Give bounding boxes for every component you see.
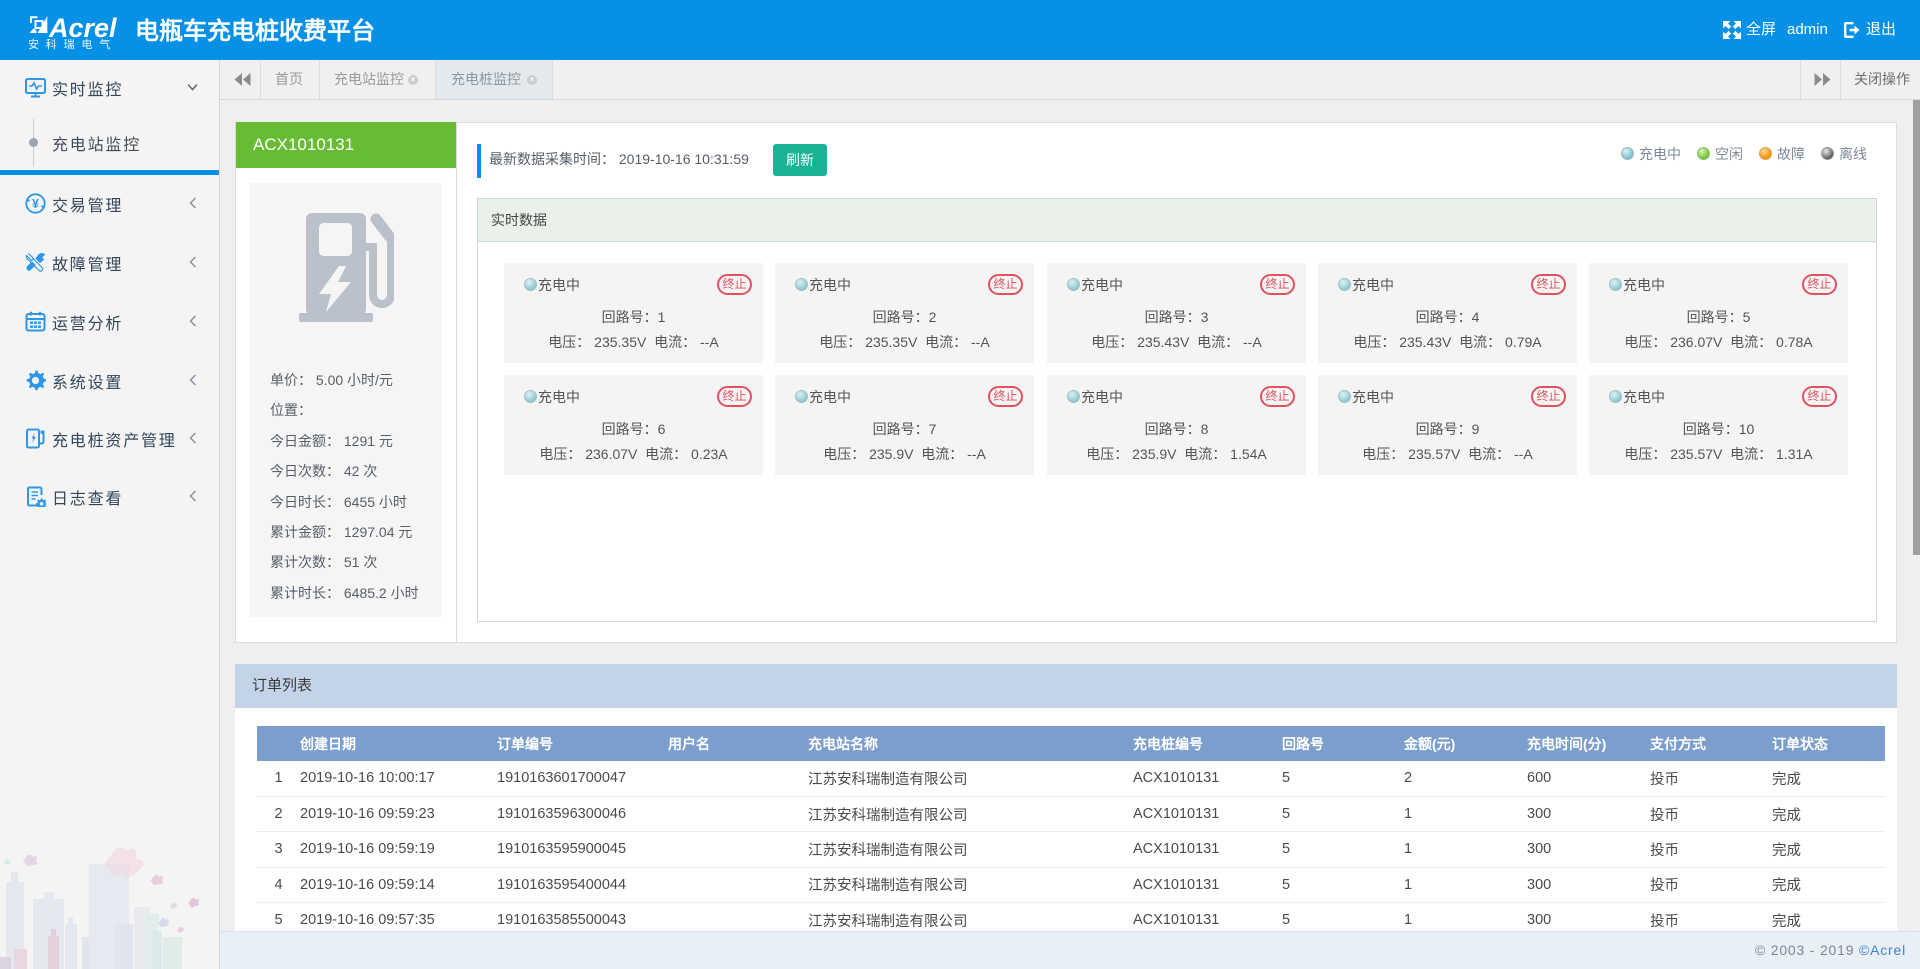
- svg-text:¥: ¥: [32, 197, 39, 211]
